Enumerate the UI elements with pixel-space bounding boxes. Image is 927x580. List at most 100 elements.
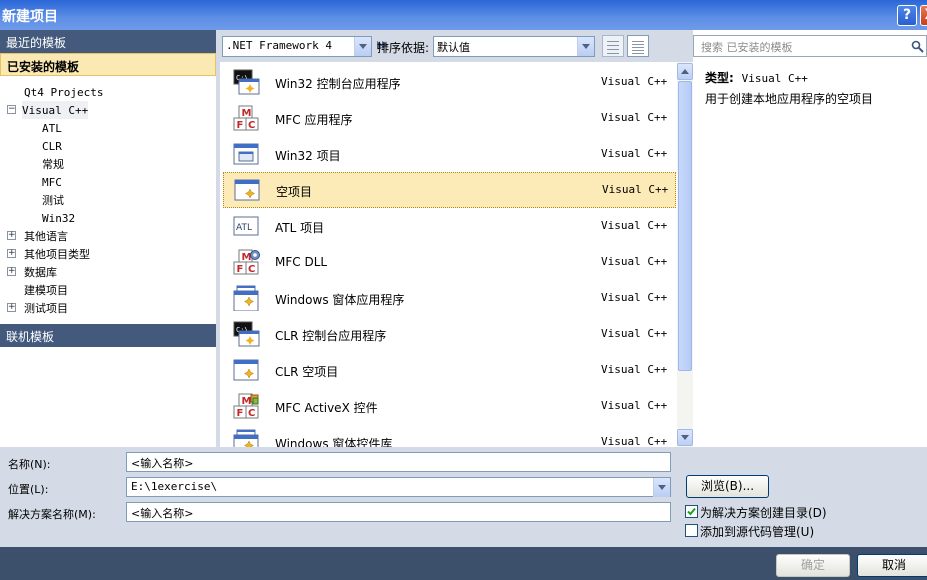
template-list-scrollbar[interactable] xyxy=(677,62,693,447)
template-type: Visual C++ xyxy=(601,219,668,232)
template-row[interactable]: Windows 窗体应用程序 Visual C++ xyxy=(220,280,677,316)
online-templates-header[interactable]: 联机模板 xyxy=(0,324,216,347)
tree-item[interactable]: CLR xyxy=(42,137,62,155)
chevron-down-icon[interactable] xyxy=(354,37,371,56)
template-name: MFC 应用程序 xyxy=(275,113,353,127)
solution-name-label: 解决方案名称(M): xyxy=(8,508,96,521)
mfc-icon: MF C xyxy=(233,105,259,131)
console-app-icon: C:\ xyxy=(233,321,260,347)
template-name: Win32 控制台应用程序 xyxy=(275,77,401,91)
template-type: Visual C++ xyxy=(601,255,668,268)
chevron-down-icon[interactable] xyxy=(653,478,670,497)
forms-app-icon xyxy=(233,429,259,447)
expand-icon[interactable]: + xyxy=(7,249,16,258)
browse-button[interactable]: 浏览(B)... xyxy=(686,475,769,498)
add-source-control-checkbox[interactable] xyxy=(685,524,698,537)
template-row[interactable]: C:\ Win32 控制台应用程序 Visual C++ xyxy=(220,64,677,100)
scroll-down-arrow-icon[interactable] xyxy=(677,429,693,446)
svg-text:M: M xyxy=(242,108,252,119)
tree-item-label: ATL xyxy=(42,122,62,135)
framework-select[interactable]: .NET Framework 4 xyxy=(222,36,372,57)
svg-text:M: M xyxy=(242,252,252,263)
empty-project-icon xyxy=(234,179,260,201)
svg-text:C: C xyxy=(248,264,255,275)
template-row[interactable]: CLR 空项目 Visual C++ xyxy=(220,352,677,388)
tree-item[interactable]: 其他语言 xyxy=(24,227,68,245)
expand-icon[interactable]: + xyxy=(7,303,16,312)
tree-item[interactable]: Visual C++ xyxy=(22,101,89,119)
tree-item-label: 数据库 xyxy=(24,266,57,279)
template-row[interactable]: M F C MFC 应用程序 Visual C++ xyxy=(220,100,677,136)
collapse-icon[interactable]: − xyxy=(7,105,16,114)
add-source-control-label[interactable]: 添加到源代码管理(U) xyxy=(700,523,814,540)
create-directory-checkbox[interactable] xyxy=(685,505,698,518)
sort-label: 排序依据: xyxy=(377,41,430,55)
template-details-pane: 搜索 已安装的模板 类型: Visual C++ 用于创建本地应用程序的空项目 xyxy=(693,30,927,447)
location-value: E:\1exercise\ xyxy=(131,480,218,493)
title-bar: 新建项目 ? X xyxy=(0,0,927,30)
svg-text:F: F xyxy=(237,120,244,131)
template-type: Visual C++ xyxy=(601,75,668,88)
expand-icon[interactable]: + xyxy=(7,231,16,240)
template-row[interactable]: 空项目 Visual C++ xyxy=(223,172,676,208)
details-view-icon[interactable] xyxy=(627,35,649,57)
search-placeholder: 搜索 已安装的模板 xyxy=(701,41,793,54)
mfc-activex-icon: MF C xyxy=(233,393,259,419)
help-button[interactable]: ? xyxy=(897,5,917,26)
location-label: 位置(L): xyxy=(8,483,49,496)
tree-item-label: Win32 xyxy=(42,212,76,225)
chevron-down-icon[interactable] xyxy=(577,37,594,56)
template-row[interactable]: M F C MFC ActiveX 控件 Visual C++ xyxy=(220,388,677,424)
small-icons-view-icon[interactable] xyxy=(602,35,624,57)
tree-item-label: 建模项目 xyxy=(24,284,68,297)
tree-item[interactable]: 测试项目 xyxy=(24,299,68,317)
framework-value: .NET Framework 4 xyxy=(226,39,332,52)
tree-item[interactable]: 其他项目类型 xyxy=(24,245,90,263)
template-name: Windows 窗体控件库 xyxy=(275,437,393,447)
ok-button[interactable]: 确定 xyxy=(776,554,850,577)
search-templates-input[interactable]: 搜索 已安装的模板 xyxy=(693,35,927,57)
scroll-up-arrow-icon[interactable] xyxy=(677,63,693,80)
dialog-footer: 确定 取消 xyxy=(0,547,927,580)
solution-name-input[interactable]: <输入名称> xyxy=(126,502,671,522)
svg-text:ATL: ATL xyxy=(236,223,252,233)
empty-project-icon xyxy=(233,359,259,381)
template-type: Visual C++ xyxy=(601,111,668,124)
sort-select[interactable]: 默认值 xyxy=(433,36,595,57)
template-name: CLR 控制台应用程序 xyxy=(275,329,387,343)
tree-item[interactable]: 建模项目 xyxy=(24,281,68,299)
tree-item-label: CLR xyxy=(42,140,62,153)
cancel-button[interactable]: 取消 xyxy=(857,554,927,577)
installed-templates-header[interactable]: 已安装的模板 xyxy=(0,53,216,76)
sort-value: 默认值 xyxy=(437,41,470,54)
location-input[interactable]: E:\1exercise\ xyxy=(126,477,671,497)
template-row[interactable]: Win32 项目 Visual C++ xyxy=(220,136,677,172)
console-app-icon: C:\ xyxy=(233,69,260,95)
project-name-input[interactable]: <输入名称> xyxy=(126,452,671,472)
recent-templates-header[interactable]: 最近的模板 xyxy=(0,30,216,53)
tree-item-label: 常规 xyxy=(42,158,64,171)
template-name: Win32 项目 xyxy=(275,149,341,163)
tree-item[interactable]: Qt4 Projects xyxy=(24,83,103,101)
expand-icon[interactable]: + xyxy=(7,267,16,276)
template-row[interactable]: M F C MFC DLL Visual C++ xyxy=(220,244,677,280)
tree-item[interactable]: 数据库 xyxy=(24,263,57,281)
template-row[interactable]: ATL ATL 项目 Visual C++ xyxy=(220,208,677,244)
tree-item[interactable]: ATL xyxy=(42,119,62,137)
svg-text:C: C xyxy=(248,408,255,419)
type-label: 类型: xyxy=(705,71,734,85)
template-row[interactable]: C:\ CLR 控制台应用程序 Visual C++ xyxy=(220,316,677,352)
tree-item[interactable]: 测试 xyxy=(42,191,64,209)
create-directory-label[interactable]: 为解决方案创建目录(D) xyxy=(700,504,827,521)
tree-item[interactable]: MFC xyxy=(42,173,62,191)
tree-item-label: Qt4 Projects xyxy=(24,86,104,99)
close-button[interactable]: X xyxy=(920,5,927,26)
search-icon[interactable] xyxy=(911,40,924,53)
scrollbar-thumb[interactable] xyxy=(678,81,692,371)
template-name: CLR 空项目 xyxy=(275,365,339,379)
tree-item-label: 测试 xyxy=(42,194,64,207)
tree-item[interactable]: 常规 xyxy=(42,155,64,173)
template-row[interactable]: Windows 窗体控件库 Visual C++ xyxy=(220,424,677,447)
tree-item[interactable]: Win32 xyxy=(42,209,75,227)
svg-text:M: M xyxy=(242,396,252,407)
